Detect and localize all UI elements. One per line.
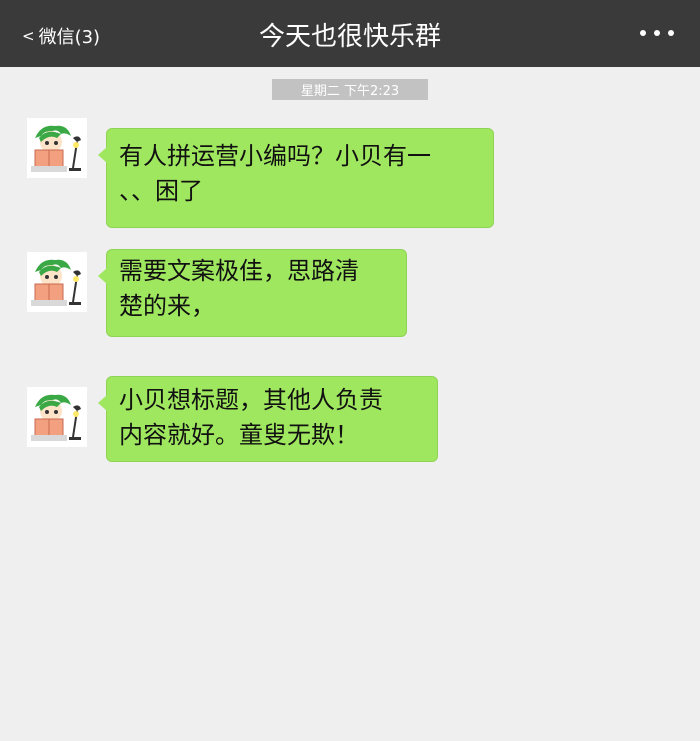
message-bubble[interactable]: 有人拼运营小编吗？小贝有一 、、困了 <box>98 128 494 228</box>
chat-title: 今天也很快乐群 <box>258 22 441 52</box>
message-text: 、、困了 <box>119 177 203 205</box>
avatar[interactable] <box>27 387 87 447</box>
avatar[interactable] <box>27 118 87 178</box>
message-bubble[interactable]: 需要文案极佳，思路清 楚的来， <box>98 249 407 337</box>
message-text: 有人拼运营小编吗？小贝有一 <box>119 142 431 170</box>
avatar[interactable] <box>27 252 87 312</box>
message-text: 小贝想标题，其他人负责 <box>119 386 383 414</box>
message-text: 内容就好。童叟无欺！ <box>119 421 359 449</box>
more-options-icon[interactable] <box>640 30 674 36</box>
message-bubble[interactable]: 小贝想标题，其他人负责 内容就好。童叟无欺！ <box>98 376 438 462</box>
message-text: 楚的来， <box>119 292 215 320</box>
timestamp: 星期二 下午2:23 <box>272 79 428 100</box>
message-text: 需要文案极佳，思路清 <box>119 257 359 285</box>
navigation-bar: < 微信(3) 今天也很快乐群 <box>0 0 700 67</box>
